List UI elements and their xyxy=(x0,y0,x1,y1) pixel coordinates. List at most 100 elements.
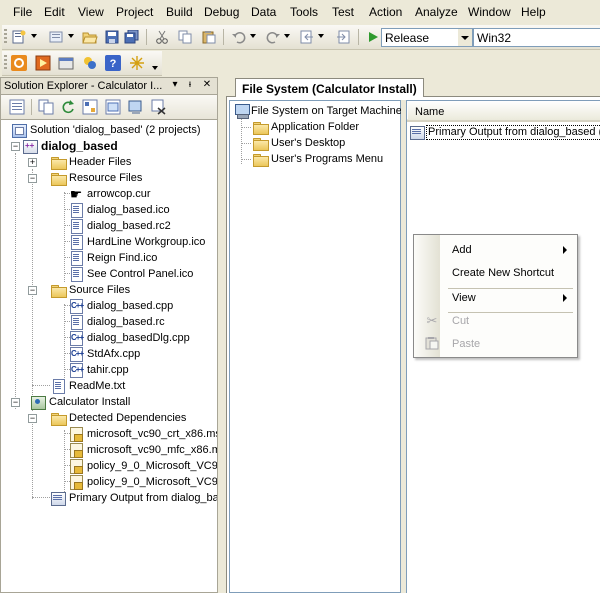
collapse-icon[interactable]: − xyxy=(11,398,20,407)
folder-icon xyxy=(252,119,269,135)
collapse-icon[interactable]: − xyxy=(11,142,20,151)
column-header-name[interactable]: Name xyxy=(407,101,600,122)
navigate-backward-icon[interactable] xyxy=(298,28,316,46)
toolbar-grip[interactable] xyxy=(4,55,7,71)
submenu-arrow-icon xyxy=(563,294,567,302)
tree-item-users-desktop[interactable]: User's Desktop xyxy=(252,135,345,151)
solution-configuration-dropdown[interactable]: Release xyxy=(381,28,473,47)
tree-item-file[interactable]: dialog_based.ico xyxy=(68,202,170,218)
tree-item-dependency[interactable]: policy_9_0_Microsoft_VC90 xyxy=(68,474,217,490)
tree-item-file[interactable]: See Control Panel.ico xyxy=(68,266,193,282)
navigate-backward-dropdown-icon[interactable] xyxy=(318,34,324,38)
menu-view[interactable]: View xyxy=(78,5,104,19)
open-file-icon[interactable] xyxy=(81,28,99,46)
window-position-icon[interactable]: ▾ xyxy=(169,79,181,93)
new-project-icon[interactable] xyxy=(10,28,28,46)
close-icon[interactable]: ✕ xyxy=(201,79,213,93)
undo-icon[interactable] xyxy=(230,28,248,46)
paste-icon[interactable] xyxy=(200,28,218,46)
menu-item-paste[interactable]: Paste xyxy=(416,333,575,355)
tree-item-file[interactable]: C++ dialog_basedDlg.cpp xyxy=(68,330,190,346)
cut-icon[interactable] xyxy=(153,28,171,46)
vs-logo-icon[interactable] xyxy=(10,54,28,72)
collapse-icon[interactable]: − xyxy=(28,414,37,423)
menu-debug[interactable]: Debug xyxy=(204,5,239,19)
menu-tools[interactable]: Tools xyxy=(290,5,318,19)
menu-action[interactable]: Action xyxy=(369,5,402,19)
auto-hide-pin-icon[interactable]: ᵻ xyxy=(184,79,196,93)
tree-item-dependency[interactable]: microsoft_vc90_mfc_x86.m xyxy=(68,442,217,458)
tree-item-application-folder[interactable]: Application Folder xyxy=(252,119,359,135)
panel-splitter[interactable] xyxy=(218,77,226,593)
tree-item-file[interactable]: dialog_based.rc xyxy=(68,314,165,330)
file-system-editor-icon[interactable] xyxy=(127,98,145,116)
menu-item-view[interactable]: View xyxy=(416,287,575,309)
menu-test[interactable]: Test xyxy=(332,5,354,19)
tree-item-project-calculator-install[interactable]: Calculator Install xyxy=(30,394,130,410)
merge-module-icon xyxy=(68,458,84,474)
tree-item-header-files[interactable]: Header Files xyxy=(50,154,131,170)
view-designer-icon[interactable] xyxy=(104,98,122,116)
collapse-icon[interactable]: − xyxy=(28,174,37,183)
menu-edit[interactable]: Edit xyxy=(44,5,65,19)
save-all-icon[interactable] xyxy=(123,28,141,46)
toolbar-grip[interactable] xyxy=(4,29,7,45)
build-icon[interactable] xyxy=(34,54,52,72)
properties-icon[interactable] xyxy=(8,98,26,116)
tree-item-file[interactable]: C++ tahir.cpp xyxy=(68,362,129,378)
menu-data[interactable]: Data xyxy=(251,5,276,19)
tree-item-file[interactable]: HardLine Workgroup.ico xyxy=(68,234,205,250)
menu-help[interactable]: Help xyxy=(521,5,546,19)
menu-window[interactable]: Window xyxy=(468,5,511,19)
tree-item-file[interactable]: dialog_based.rc2 xyxy=(68,218,171,234)
add-item-icon[interactable] xyxy=(47,28,65,46)
solution-platform-dropdown[interactable]: Win32 xyxy=(473,28,600,47)
redo-icon[interactable] xyxy=(264,28,282,46)
save-icon[interactable] xyxy=(103,28,121,46)
start-debugging-icon[interactable] xyxy=(364,28,382,46)
tree-item-target-machine[interactable]: File System on Target Machine xyxy=(234,103,402,119)
tree-item-file[interactable]: C++ StdAfx.cpp xyxy=(68,346,140,362)
tree-item-file[interactable]: Reign Find.ico xyxy=(68,250,157,266)
show-all-files-icon[interactable] xyxy=(37,98,55,116)
class-wizard-icon[interactable] xyxy=(81,54,99,72)
menu-file[interactable]: File xyxy=(13,5,32,19)
expand-icon[interactable]: + xyxy=(28,158,37,167)
refresh-icon[interactable] xyxy=(59,98,77,116)
tree-item-primary-output[interactable]: Primary Output from dialog_base xyxy=(50,490,217,506)
undo-dropdown-icon[interactable] xyxy=(250,34,256,38)
tree-item-project-dialog-based[interactable]: dialog_based xyxy=(22,138,118,154)
tree-item-solution[interactable]: Solution 'dialog_based' (2 projects) xyxy=(11,122,201,138)
custom-actions-editor-icon[interactable] xyxy=(150,98,168,116)
tree-item-users-programs-menu[interactable]: User's Programs Menu xyxy=(252,151,383,167)
tree-item-detected-dependencies[interactable]: Detected Dependencies xyxy=(50,410,186,426)
tree-item-file[interactable]: ☛ arrowcop.cur xyxy=(68,186,151,202)
menu-item-create-new-shortcut[interactable]: Create New Shortcut xyxy=(416,262,575,284)
menu-project[interactable]: Project xyxy=(116,5,153,19)
chevron-down-icon[interactable] xyxy=(458,29,472,46)
list-item[interactable]: Primary Output from dialog_based (A xyxy=(409,124,600,140)
toolbar-options-icon[interactable] xyxy=(152,66,158,70)
tree-item-dependency[interactable]: microsoft_vc90_crt_x86.ms xyxy=(68,426,217,442)
tree-item-readme[interactable]: ReadMe.txt xyxy=(50,378,125,394)
menu-analyze[interactable]: Analyze xyxy=(415,5,458,19)
tree-item-dependency[interactable]: policy_9_0_Microsoft_VC90 xyxy=(68,458,217,474)
window-icon[interactable] xyxy=(57,54,75,72)
tree-item-file[interactable]: C++ dialog_based.cpp xyxy=(68,298,173,314)
sparkle-icon[interactable] xyxy=(128,54,146,72)
tab-file-system[interactable]: File System (Calculator Install) xyxy=(235,78,424,97)
menu-build[interactable]: Build xyxy=(166,5,193,19)
collapse-icon[interactable]: − xyxy=(28,286,37,295)
menu-item-add[interactable]: Add xyxy=(416,239,575,261)
navigate-forward-icon[interactable] xyxy=(334,28,352,46)
redo-dropdown-icon[interactable] xyxy=(284,34,290,38)
tree-item-resource-files[interactable]: Resource Files xyxy=(50,170,142,186)
copy-icon[interactable] xyxy=(176,28,194,46)
help-icon[interactable]: ? xyxy=(104,54,122,72)
menu-item-cut[interactable]: ✂ Cut xyxy=(416,310,575,332)
view-code-icon[interactable] xyxy=(81,98,99,116)
primary-output-icon xyxy=(409,124,425,140)
tree-item-source-files[interactable]: Source Files xyxy=(50,282,130,298)
add-item-dropdown-icon[interactable] xyxy=(68,34,74,38)
new-project-dropdown-icon[interactable] xyxy=(31,34,37,38)
